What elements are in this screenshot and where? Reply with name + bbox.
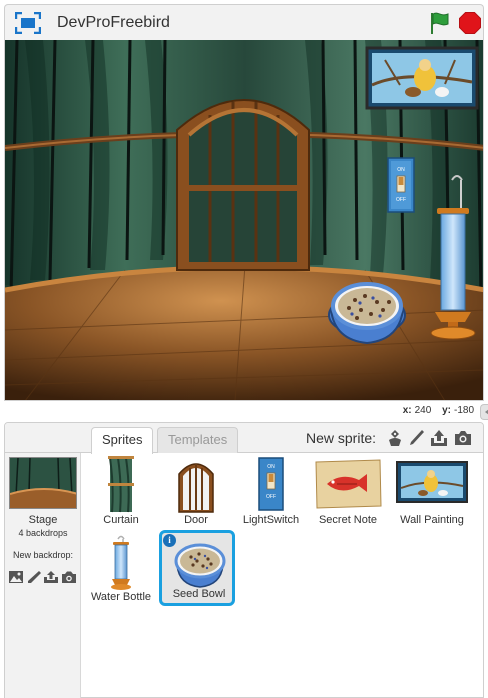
wall-painting-on-stage[interactable] [365,46,479,110]
mouse-coordinates: x: 240 y: -180 [403,405,474,416]
sprite-panel: Sprites Templates New sprite: Stage 4 ba… [4,422,484,698]
sprite-seed-bowl[interactable]: i Seed Bowl [159,530,235,606]
sprite-lightswitch[interactable]: ON OFF LightSwitch [234,456,308,528]
lightswitch-thumbnail: ON OFF [258,457,284,511]
landscape-icon[interactable] [8,570,24,584]
stage-collapse-handle[interactable] [480,404,488,420]
x-value: 240 [414,405,432,416]
stage-backdrop-count: 4 backdrops [18,528,68,538]
sprite-name: Secret Note [318,514,378,526]
green-flag-icon[interactable] [429,11,451,35]
new-sprite-label: New sprite: [306,430,377,446]
switch-on-label: ON [267,464,275,470]
stage-name: Stage [28,514,58,526]
y-label: y: [442,405,451,416]
door-thumbnail [178,463,214,513]
curtain-thumbnail [108,456,134,513]
sprite-water-bottle[interactable]: Water Bottle [84,533,158,605]
sprite-name: Curtain [103,514,139,526]
paint-icon[interactable] [407,428,427,448]
player-header: DevProFreebird [4,4,484,40]
switch-off-label: OFF [266,494,276,500]
scratch-player: { "project": { "title": "DevProFreebird"… [0,0,488,698]
secret-note-thumbnail [315,459,382,509]
sprite-curtain[interactable]: Curtain [84,456,158,528]
sprite-door[interactable]: Door [159,456,233,528]
switch-on-label: ON [397,167,405,173]
water-bottle-thumbnail [111,535,131,590]
sprite-name: Door [184,514,208,526]
y-value: -180 [453,405,474,416]
sprite-name: LightSwitch [242,514,300,526]
new-backdrop-label: New backdrop: [12,550,74,560]
stop-icon[interactable] [459,12,481,34]
camera-icon[interactable] [61,570,77,584]
project-title: DevProFreebird [57,14,170,31]
upload-icon[interactable] [429,428,449,448]
paint-icon[interactable] [26,570,42,584]
info-icon[interactable]: i [163,534,176,547]
sprite-wall-painting[interactable]: Wall Painting [387,456,477,528]
stage-thumbnail[interactable] [9,457,77,509]
sprite-secret-note[interactable]: Secret Note [311,456,385,528]
switch-off-label: OFF [396,197,406,203]
choose-sprite-icon[interactable] [385,428,405,448]
camera-icon[interactable] [453,428,473,448]
tab-templates[interactable]: Templates [157,427,239,453]
upload-icon[interactable] [43,570,59,584]
sprite-name: Seed Bowl [172,588,226,600]
sprite-name: Water Bottle [90,591,152,603]
x-label: x: [402,405,412,416]
sprite-name: Wall Painting [400,514,464,526]
door-sprite-on-stage[interactable] [176,99,310,271]
stage-canvas[interactable]: ON OFF [4,40,484,401]
wall-painting-thumbnail [396,461,468,503]
stage-column: Stage 4 backdrops New backdrop: [5,453,81,698]
fullscreen-icon[interactable] [15,12,41,34]
light-switch-on-stage[interactable]: ON OFF [387,157,415,213]
tab-sprites[interactable]: Sprites [91,427,154,454]
